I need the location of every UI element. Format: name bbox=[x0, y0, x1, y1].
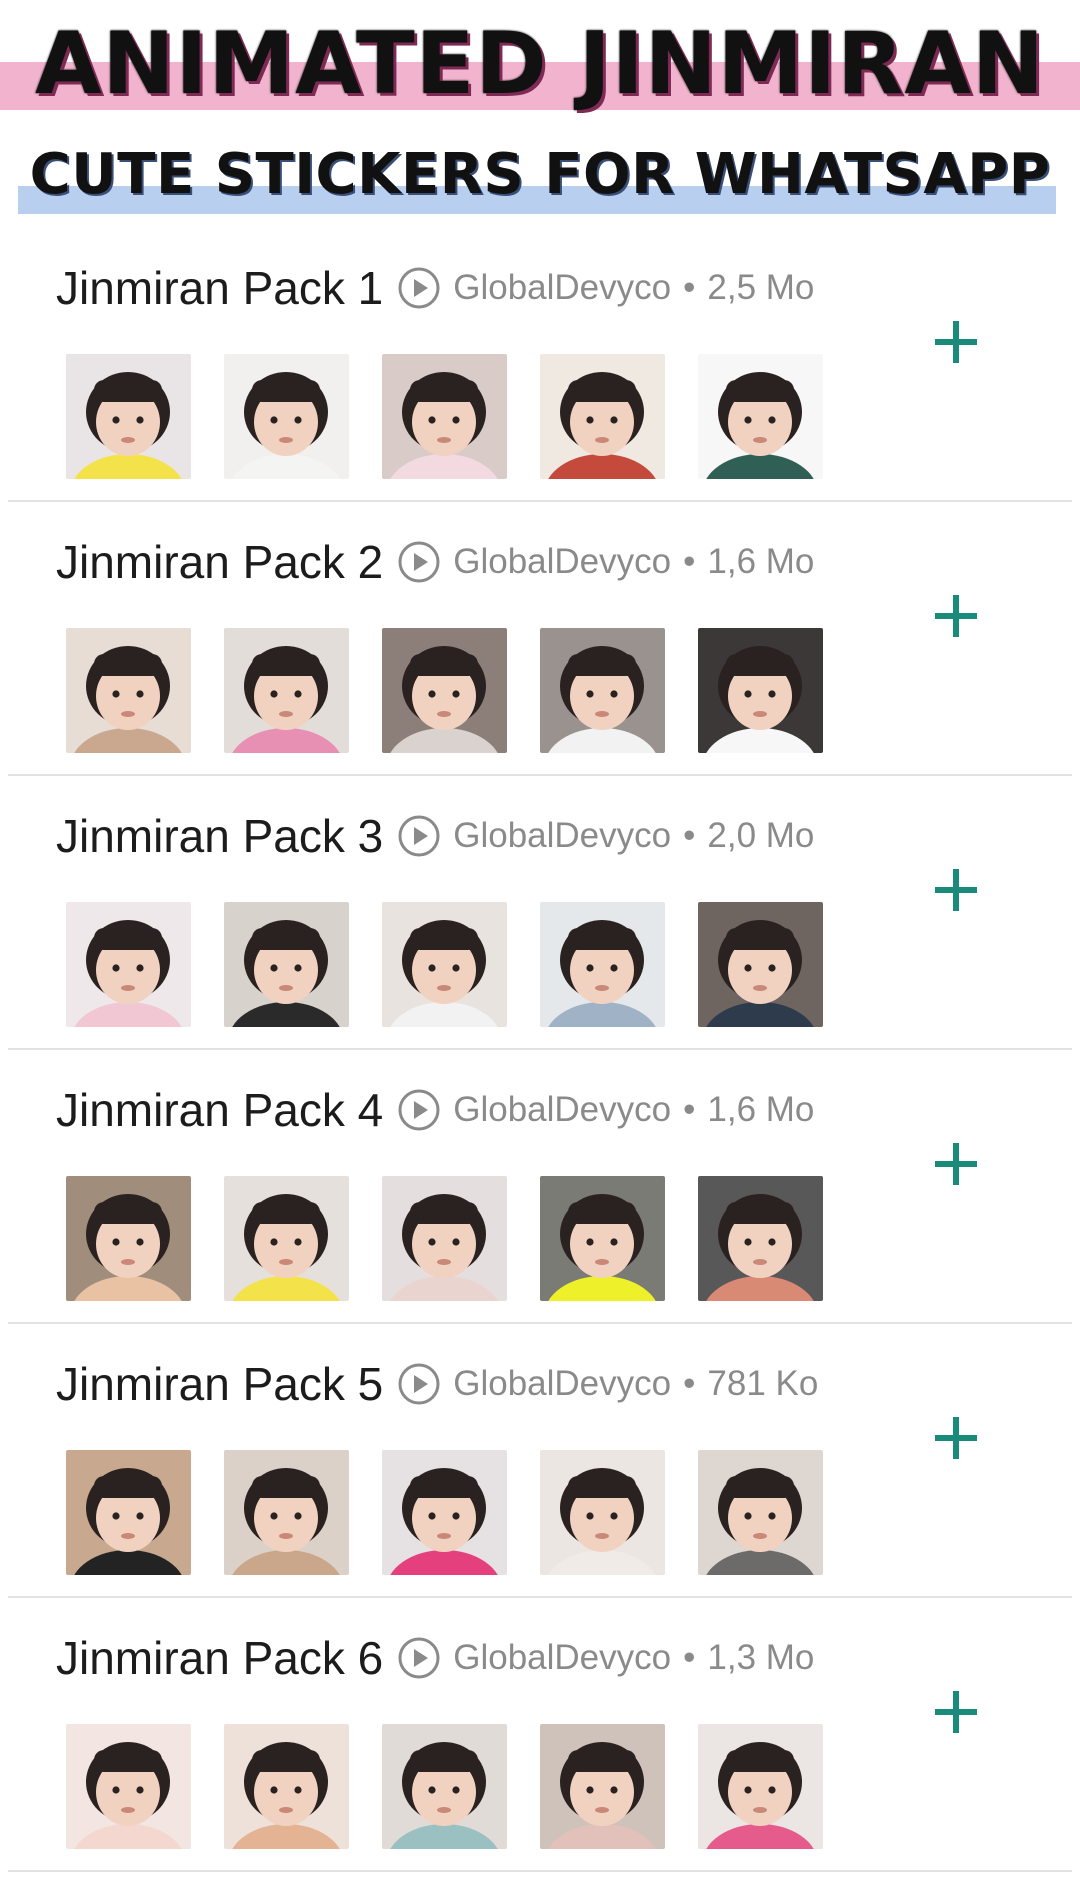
sticker-thumbnail bbox=[66, 628, 191, 753]
row-divider bbox=[8, 1870, 1072, 1872]
sticker-thumbnail bbox=[540, 902, 665, 1027]
add-to-whatsapp-button[interactable] bbox=[920, 854, 992, 926]
pack-header: Jinmiran Pack 4 GlobalDevyco • 1,6 Mo bbox=[56, 1080, 814, 1140]
sticker-pack-row[interactable]: Jinmiran Pack 3 GlobalDevyco • 2,0 Mo bbox=[0, 776, 1080, 1050]
pack-size: 1,3 Mo bbox=[707, 1638, 815, 1677]
sticker-thumbnail bbox=[382, 628, 507, 753]
pack-publisher: GlobalDevyco bbox=[453, 1638, 672, 1677]
sticker-thumbnail bbox=[382, 1724, 507, 1849]
add-to-whatsapp-button[interactable] bbox=[920, 1676, 992, 1748]
pack-header: Jinmiran Pack 1 GlobalDevyco • 2,5 Mo bbox=[56, 258, 814, 318]
pack-publisher: GlobalDevyco bbox=[453, 1090, 672, 1129]
sticker-thumbnail bbox=[540, 628, 665, 753]
sticker-thumbnail bbox=[540, 1724, 665, 1849]
sticker-thumbnail bbox=[382, 1450, 507, 1575]
sticker-thumbnail bbox=[224, 1450, 349, 1575]
separator-dot: • bbox=[683, 1364, 696, 1403]
sticker-pack-list: Jinmiran Pack 1 GlobalDevyco • 2,5 Mo Jinmir… bbox=[0, 228, 1080, 1872]
sticker-thumbnail bbox=[540, 1176, 665, 1301]
sticker-thumbnail bbox=[382, 1176, 507, 1301]
sticker-thumbnail bbox=[66, 1450, 191, 1575]
sticker-preview-strip bbox=[66, 1724, 823, 1849]
banner-title: ANIMATED JINMIRAN bbox=[34, 14, 1046, 114]
pack-name: Jinmiran Pack 4 bbox=[56, 1084, 384, 1136]
play-circle-icon bbox=[398, 267, 440, 309]
plus-icon bbox=[935, 1691, 977, 1733]
play-circle-icon bbox=[398, 1637, 440, 1679]
sticker-pack-row[interactable]: Jinmiran Pack 1 GlobalDevyco • 2,5 Mo bbox=[0, 228, 1080, 502]
pack-header: Jinmiran Pack 6 GlobalDevyco • 1,3 Mo bbox=[56, 1628, 814, 1688]
play-circle-icon bbox=[398, 815, 440, 857]
sticker-preview-strip bbox=[66, 1450, 823, 1575]
pack-name: Jinmiran Pack 5 bbox=[56, 1358, 384, 1410]
plus-icon bbox=[935, 1143, 977, 1185]
separator-dot: • bbox=[683, 1090, 696, 1129]
sticker-thumbnail bbox=[382, 902, 507, 1027]
pack-header: Jinmiran Pack 2 GlobalDevyco • 1,6 Mo bbox=[56, 532, 814, 592]
plus-icon bbox=[935, 321, 977, 363]
add-to-whatsapp-button[interactable] bbox=[920, 1402, 992, 1474]
pack-size: 2,5 Mo bbox=[707, 268, 815, 307]
sticker-pack-row[interactable]: Jinmiran Pack 4 GlobalDevyco • 1,6 Mo bbox=[0, 1050, 1080, 1324]
separator-dot: • bbox=[683, 1638, 696, 1677]
sticker-thumbnail bbox=[224, 628, 349, 753]
pack-name: Jinmiran Pack 2 bbox=[56, 536, 384, 588]
sticker-thumbnail bbox=[540, 354, 665, 479]
sticker-thumbnail bbox=[66, 354, 191, 479]
plus-icon bbox=[935, 595, 977, 637]
sticker-thumbnail bbox=[66, 1176, 191, 1301]
pack-publisher: GlobalDevyco bbox=[453, 1364, 672, 1403]
promo-banner: ANIMATED JINMIRAN CUTE STICKERS FOR WHAT… bbox=[0, 0, 1080, 228]
separator-dot: • bbox=[683, 542, 696, 581]
play-circle-icon bbox=[398, 1363, 440, 1405]
sticker-thumbnail bbox=[224, 1724, 349, 1849]
play-circle-icon bbox=[398, 1089, 440, 1131]
sticker-preview-strip bbox=[66, 902, 823, 1027]
add-to-whatsapp-button[interactable] bbox=[920, 306, 992, 378]
pack-header: Jinmiran Pack 3 GlobalDevyco • 2,0 Mo bbox=[56, 806, 814, 866]
pack-publisher: GlobalDevyco bbox=[453, 268, 672, 307]
sticker-thumbnail bbox=[224, 902, 349, 1027]
sticker-thumbnail bbox=[698, 628, 823, 753]
sticker-thumbnail bbox=[66, 902, 191, 1027]
add-to-whatsapp-button[interactable] bbox=[920, 1128, 992, 1200]
play-circle-icon bbox=[398, 541, 440, 583]
pack-size: 2,0 Mo bbox=[707, 816, 815, 855]
pack-size: 1,6 Mo bbox=[707, 542, 815, 581]
sticker-thumbnail bbox=[698, 1724, 823, 1849]
pack-size: 1,6 Mo bbox=[707, 1090, 815, 1129]
banner-subtitle: CUTE STICKERS FOR WHATSAPP bbox=[29, 142, 1051, 207]
sticker-thumbnail bbox=[66, 1724, 191, 1849]
pack-name: Jinmiran Pack 3 bbox=[56, 810, 384, 862]
sticker-preview-strip bbox=[66, 354, 823, 479]
sticker-thumbnail bbox=[224, 354, 349, 479]
sticker-thumbnail bbox=[698, 902, 823, 1027]
sticker-thumbnail bbox=[540, 1450, 665, 1575]
sticker-preview-strip bbox=[66, 1176, 823, 1301]
sticker-pack-row[interactable]: Jinmiran Pack 5 GlobalDevyco • 781 Ko bbox=[0, 1324, 1080, 1598]
pack-name: Jinmiran Pack 1 bbox=[56, 262, 384, 314]
sticker-preview-strip bbox=[66, 628, 823, 753]
plus-icon bbox=[935, 869, 977, 911]
pack-size: 781 Ko bbox=[707, 1364, 819, 1403]
pack-name: Jinmiran Pack 6 bbox=[56, 1632, 384, 1684]
pack-header: Jinmiran Pack 5 GlobalDevyco • 781 Ko bbox=[56, 1354, 818, 1414]
pack-publisher: GlobalDevyco bbox=[453, 542, 672, 581]
sticker-thumbnail bbox=[382, 354, 507, 479]
plus-icon bbox=[935, 1417, 977, 1459]
sticker-pack-row[interactable]: Jinmiran Pack 6 GlobalDevyco • 1,3 Mo bbox=[0, 1598, 1080, 1872]
separator-dot: • bbox=[683, 268, 696, 307]
sticker-thumbnail bbox=[698, 354, 823, 479]
pack-publisher: GlobalDevyco bbox=[453, 816, 672, 855]
sticker-pack-row[interactable]: Jinmiran Pack 2 GlobalDevyco • 1,6 Mo bbox=[0, 502, 1080, 776]
sticker-thumbnail bbox=[224, 1176, 349, 1301]
sticker-thumbnail bbox=[698, 1176, 823, 1301]
separator-dot: • bbox=[683, 816, 696, 855]
add-to-whatsapp-button[interactable] bbox=[920, 580, 992, 652]
sticker-thumbnail bbox=[698, 1450, 823, 1575]
